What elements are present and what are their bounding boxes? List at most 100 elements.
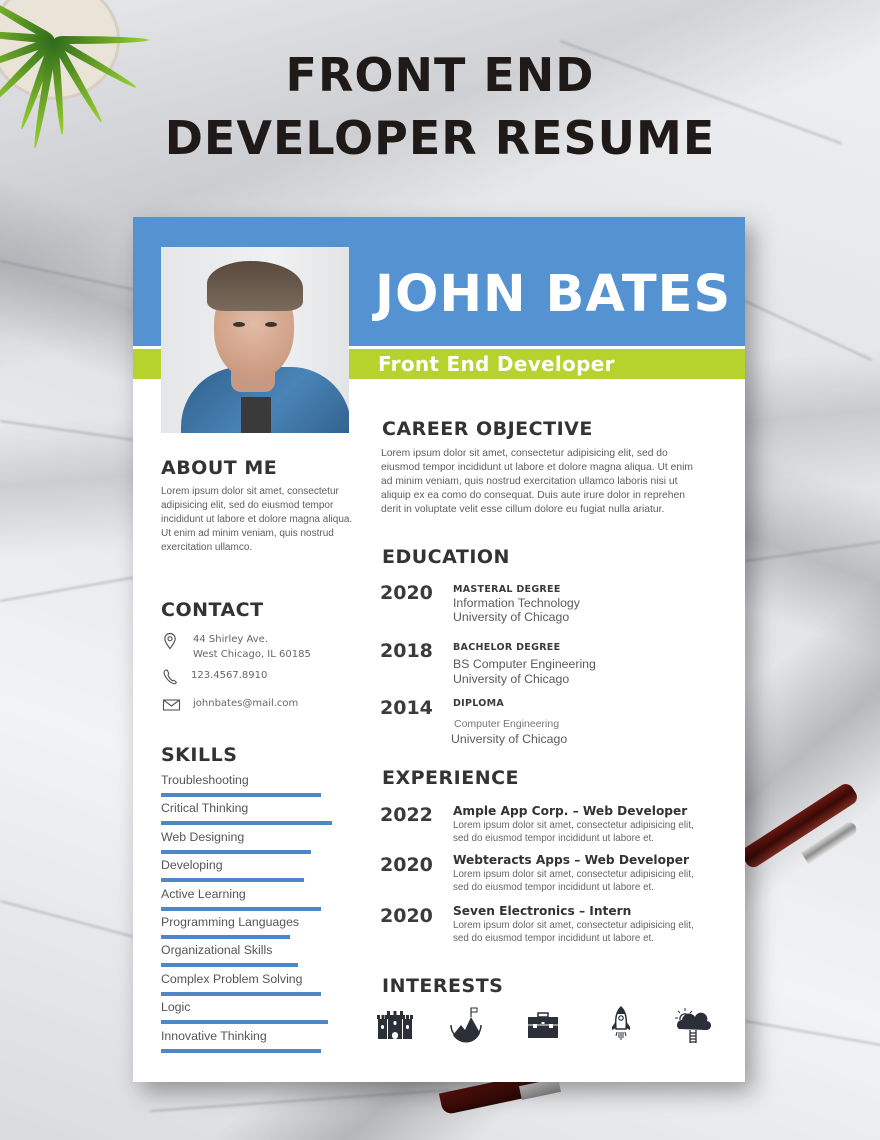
skill-label: Web Designing <box>161 829 245 844</box>
contact-heading: CONTACT <box>161 599 264 621</box>
skill-label: Programming Languages <box>161 915 300 929</box>
marble-vein <box>0 900 136 939</box>
skill-track <box>161 793 351 797</box>
skill-item: Critical Thinking <box>161 801 351 826</box>
education-title: MASTERAL DEGREE <box>453 584 561 595</box>
cloud-sun-ladder-icon <box>673 1005 713 1045</box>
candidate-name: JOHN BATES <box>375 265 732 324</box>
skill-level-bar <box>161 963 298 968</box>
about-text: Lorem ipsum dolor sit amet, consectetur … <box>161 486 353 553</box>
address-line-1: 44 Shirley Ave. <box>193 634 269 645</box>
education-title: DIPLOMA <box>453 698 505 709</box>
interests-heading: INTERESTS <box>382 975 504 997</box>
skill-level-bar <box>161 1048 321 1053</box>
skill-item: Logic <box>161 1000 351 1025</box>
experience-title: Webteracts Apps – Web Developer <box>453 853 689 867</box>
contact-address: 44 Shirley Ave. West Chicago, IL 60185 <box>161 632 311 662</box>
skill-track <box>161 991 351 996</box>
phone-number[interactable]: 123.4567.8910 <box>191 668 267 683</box>
plant-leaf <box>54 36 149 44</box>
education-field: Computer Engineering <box>454 718 560 730</box>
education-year: 2020 <box>380 582 433 604</box>
contact-phone: 123.4567.8910 <box>161 668 267 686</box>
skill-level-bar <box>161 793 321 797</box>
education-year: 2014 <box>380 697 433 719</box>
address-line-2: West Chicago, IL 60185 <box>193 649 311 660</box>
education-year: 2018 <box>380 640 433 662</box>
skill-item: Programming Languages <box>161 915 351 939</box>
skill-item: Web Designing <box>161 830 351 854</box>
mountain-flag-icon <box>446 1005 486 1045</box>
education-school: University of Chicago <box>453 672 570 686</box>
experience-heading: EXPERIENCE <box>382 767 520 789</box>
skill-label: Developing <box>161 858 223 873</box>
experience-desc-line: sed do eiusmod tempor incididunt ut labo… <box>453 882 654 893</box>
candidate-role: Front End Developer <box>378 352 615 376</box>
marble-vein <box>149 1089 450 1112</box>
career-line: eiusmod tempor incididunt ut labore et d… <box>381 462 693 473</box>
photo-hair <box>207 261 303 311</box>
experience-title: Ample App Corp. – Web Developer <box>453 804 688 818</box>
skill-track <box>161 1020 351 1025</box>
career-line: Lorem ipsum dolor sit amet, consectetur … <box>381 448 668 459</box>
career-line: aliquip ex ea como do consequat. Duis au… <box>381 490 685 501</box>
skill-item: Complex Problem Solving <box>161 972 351 996</box>
experience-desc-line: Lorem ipsum dolor sit amet, consectetur … <box>453 869 694 880</box>
marble-vein <box>0 575 139 602</box>
skill-label: Active Learning <box>161 886 246 901</box>
marble-vein <box>744 540 880 562</box>
skill-track <box>161 935 351 939</box>
profile-photo <box>161 247 349 433</box>
skill-track <box>161 1048 351 1053</box>
skill-item: Active Learning <box>161 887 351 911</box>
about-heading: ABOUT ME <box>161 457 278 479</box>
skill-track <box>161 878 351 883</box>
career-text: Lorem ipsum dolor sit amet, consectetur … <box>381 447 721 517</box>
skill-track <box>161 906 351 911</box>
poster-title-line-2: DEVELOPER RESUME <box>164 111 716 165</box>
skill-label: Innovative Thinking <box>161 1028 267 1043</box>
photo-eye <box>265 322 277 327</box>
experience-desc-line: sed do eiusmod tempor incididunt ut labo… <box>453 833 654 844</box>
education-heading: EDUCATION <box>382 546 510 568</box>
career-heading: CAREER OBJECTIVE <box>382 418 593 440</box>
skill-item: Organizational Skills <box>161 943 351 968</box>
briefcase-icon <box>523 1005 563 1045</box>
skill-track <box>161 849 351 854</box>
skill-label: Critical Thinking <box>161 801 249 816</box>
skill-level-bar <box>161 991 321 996</box>
email-address[interactable]: johnbates@mail.com <box>193 696 298 711</box>
education-school: University of Chicago <box>451 732 568 746</box>
skill-track <box>161 821 351 826</box>
skill-level-bar <box>161 821 332 826</box>
phone-icon <box>163 669 178 685</box>
photo-tee <box>241 397 271 433</box>
skill-track <box>161 963 351 968</box>
castle-icon <box>375 1005 415 1045</box>
education-field: BS Computer Engineering <box>453 657 596 671</box>
skill-level-bar <box>161 935 290 939</box>
experience-desc-line: Lorem ipsum dolor sit amet, consectetur … <box>453 820 694 831</box>
skill-label: Complex Problem Solving <box>161 971 303 986</box>
career-line: derit in voluptate velit esse cillum dol… <box>381 504 665 515</box>
education-field: Information Technology <box>453 596 580 610</box>
marble-vein <box>744 300 873 362</box>
career-line: ad minim veniam, quis nostrud exercitati… <box>381 476 678 487</box>
marble-vein <box>0 420 139 442</box>
skill-label: Logic <box>161 1000 191 1015</box>
photo-eye <box>233 322 245 327</box>
skill-level-bar <box>161 849 311 854</box>
skill-level-bar <box>161 878 304 883</box>
education-school: University of Chicago <box>453 610 570 624</box>
location-pin-icon <box>164 632 176 650</box>
skill-level-bar <box>161 906 321 911</box>
skill-label: Troubleshooting <box>161 773 249 787</box>
resume-page: JOHN BATES Front End Developer ABOUT ME … <box>133 217 745 1082</box>
experience-title: Seven Electronics – Intern <box>453 904 632 918</box>
skill-item: Developing <box>161 858 351 883</box>
rocket-icon <box>601 1005 641 1045</box>
marble-vein <box>0 260 138 292</box>
skill-label: Organizational Skills <box>161 943 273 958</box>
experience-year: 2020 <box>380 905 433 927</box>
experience-year: 2022 <box>380 804 433 826</box>
